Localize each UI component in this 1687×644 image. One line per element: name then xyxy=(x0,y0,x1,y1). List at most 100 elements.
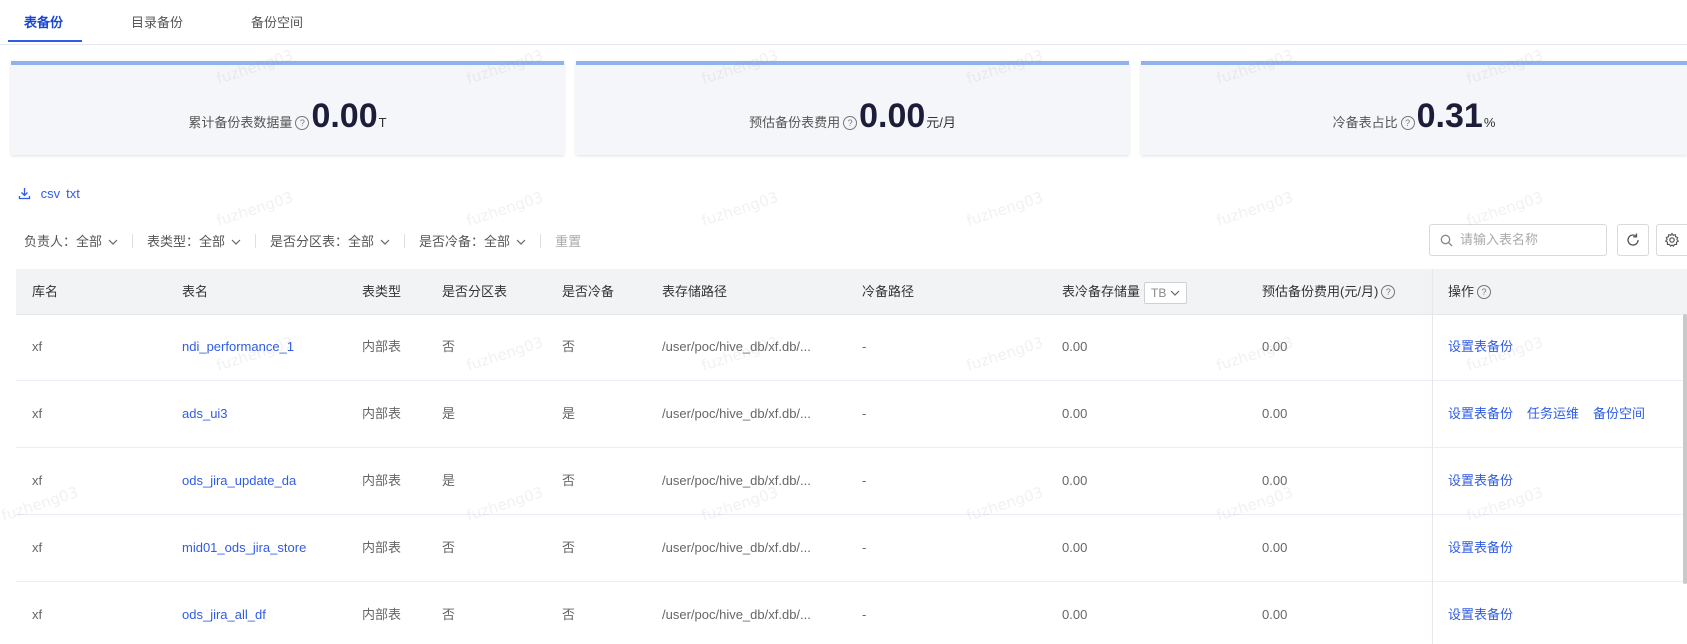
export-csv-link[interactable]: csv xyxy=(41,186,61,201)
row-action-link[interactable]: 设置表备份 xyxy=(1448,607,1513,622)
help-icon[interactable]: ? xyxy=(843,116,858,130)
cell-cold: 否 xyxy=(562,339,576,354)
cell-table[interactable]: ads_ui3 xyxy=(182,381,228,447)
watermark-text: fuzheng03 xyxy=(464,188,546,230)
row-action-link[interactable]: 备份空间 xyxy=(1593,406,1645,421)
cell-path: /user/poc/hive_db/xf.db/... xyxy=(662,540,811,555)
refresh-icon xyxy=(1627,233,1639,246)
chevron-down-icon xyxy=(1170,290,1180,296)
row-action-link[interactable]: 设置表备份 xyxy=(1448,473,1513,488)
row-action-link[interactable]: 设置表备份 xyxy=(1448,339,1513,354)
export-links: csv txt xyxy=(18,186,86,201)
active-tab-indicator xyxy=(8,40,82,42)
cell-partitioned: 是 xyxy=(442,406,456,421)
cell-path: /user/poc/hive_db/xf.db/... xyxy=(662,406,811,421)
watermark-text: fuzheng03 xyxy=(699,188,781,230)
search-icon xyxy=(1440,234,1453,247)
help-icon[interactable]: ? xyxy=(1400,116,1415,130)
cell-type: 内部表 xyxy=(362,607,402,622)
column-header-type[interactable]: 表类型 xyxy=(362,269,401,314)
download-icon xyxy=(18,188,31,200)
watermark-text: fuzheng03 xyxy=(964,188,1046,230)
table-row: xf mid01_ods_jira_store 内部表 否 否/user/poc/hiv… xyxy=(16,515,1687,582)
filter-table-type[interactable]: 表类型：全部 xyxy=(147,231,241,250)
column-header-cold-size[interactable]: 表冷备存储量 TB xyxy=(1062,269,1187,314)
stat-card-cold-ratio: 冷备表占比? 0.31% xyxy=(1141,61,1687,155)
fixed-column-divider xyxy=(1432,269,1433,644)
cell-cold-path: - xyxy=(862,406,867,421)
help-icon[interactable]: ? xyxy=(295,116,310,130)
cell-type: 内部表 xyxy=(362,339,402,354)
cell-cold-size: 0.00 xyxy=(1062,540,1088,555)
column-header-table[interactable]: 表名 xyxy=(182,269,208,314)
row-action-link[interactable]: 任务运维 xyxy=(1527,406,1579,421)
cell-cold: 是 xyxy=(562,406,576,421)
export-txt-link[interactable]: txt xyxy=(66,186,80,201)
cell-cost: 0.00 xyxy=(1262,473,1288,488)
cell-partitioned: 否 xyxy=(442,540,456,555)
cell-cold-path: - xyxy=(862,473,867,488)
filter-cold-backup[interactable]: 是否冷备：全部 xyxy=(419,231,526,250)
search-input[interactable] xyxy=(1458,231,1602,248)
cell-table[interactable]: ndi_performance_1 xyxy=(182,314,294,380)
cell-table[interactable]: ods_jira_update_da xyxy=(182,448,296,514)
column-header-cold[interactable]: 是否冷备 xyxy=(562,269,614,314)
column-settings-button[interactable] xyxy=(1656,224,1687,256)
column-header-path[interactable]: 表存储路径 xyxy=(662,269,727,314)
filter-partitioned[interactable]: 是否分区表：全部 xyxy=(270,231,390,250)
cell-cold-path: - xyxy=(862,339,867,354)
cell-db: xf xyxy=(32,406,43,421)
table-row: xf ods_jira_all_df 内部表 否 否/user/poc/hive_db/… xyxy=(16,582,1687,644)
cell-db: xf xyxy=(32,540,43,555)
tab-directory-backup[interactable]: 目录备份 xyxy=(131,12,183,31)
divider xyxy=(255,234,257,248)
cell-cost: 0.00 xyxy=(1262,406,1288,421)
row-action-link[interactable]: 设置表备份 xyxy=(1448,540,1513,555)
cold-size-label: 表冷备存储量 xyxy=(1062,284,1141,299)
column-header-partitioned[interactable]: 是否分区表 xyxy=(442,269,507,314)
cell-cold: 否 xyxy=(562,607,576,622)
column-header-db[interactable]: 库名 xyxy=(32,269,58,314)
unit-select-value: TB xyxy=(1151,285,1167,300)
stat-unit: % xyxy=(1483,115,1496,130)
cell-db: xf xyxy=(32,607,43,622)
table-search[interactable] xyxy=(1429,224,1607,256)
stat-value: 0.31 xyxy=(1416,97,1483,135)
column-header-ops: 操作? xyxy=(1448,269,1493,314)
cell-type: 内部表 xyxy=(362,406,402,421)
filter-cold-backup-label: 是否冷备：全部 xyxy=(419,234,511,249)
cell-type: 内部表 xyxy=(362,540,402,555)
cell-db: xf xyxy=(32,473,43,488)
tab-table-backup[interactable]: 表备份 xyxy=(24,12,63,31)
cost-label: 预估备份费用(元/月) xyxy=(1262,284,1379,299)
table-row: xf ads_ui3 内部表 是 是/user/poc/hive_db/xf.db/..… xyxy=(16,381,1687,448)
column-header-cold-path[interactable]: 冷备路径 xyxy=(862,269,914,314)
cell-table[interactable]: mid01_ods_jira_store xyxy=(182,515,306,581)
help-icon[interactable]: ? xyxy=(1381,285,1396,299)
stat-value: 0.00 xyxy=(859,97,926,135)
row-actions: 设置表备份 xyxy=(1448,448,1527,514)
row-action-link[interactable]: 设置表备份 xyxy=(1448,406,1513,421)
filter-bar: 负责人：全部 表类型：全部 是否分区表：全部 是否冷备：全部 重置 xyxy=(24,231,581,250)
table-row: xf ndi_performance_1 内部表 否 否/user/poc/hive_d… xyxy=(16,314,1687,381)
column-header-cost[interactable]: 预估备份费用(元/月)? xyxy=(1262,269,1397,314)
refresh-button[interactable] xyxy=(1617,224,1649,256)
stat-unit: 元/月 xyxy=(926,115,956,130)
watermark-text: fuzheng03 xyxy=(214,188,296,230)
filter-partitioned-label: 是否分区表：全部 xyxy=(270,234,375,249)
cell-cold-size: 0.00 xyxy=(1062,473,1088,488)
cell-cold-path: - xyxy=(862,540,867,555)
cell-partitioned: 否 xyxy=(442,339,456,354)
cell-cold: 否 xyxy=(562,473,576,488)
help-icon[interactable]: ? xyxy=(1477,285,1492,299)
reset-button[interactable]: 重置 xyxy=(555,234,581,249)
cell-table[interactable]: ods_jira_all_df xyxy=(182,582,266,644)
cell-cost: 0.00 xyxy=(1262,339,1288,354)
row-actions: 设置表备份 任务运维 备份空间 xyxy=(1448,381,1659,447)
tab-backup-space[interactable]: 备份空间 xyxy=(251,12,303,31)
filter-owner[interactable]: 负责人：全部 xyxy=(24,231,118,250)
vertical-scrollbar[interactable] xyxy=(1683,314,1687,584)
cell-type: 内部表 xyxy=(362,473,402,488)
divider xyxy=(404,234,406,248)
unit-select[interactable]: TB xyxy=(1144,281,1187,304)
